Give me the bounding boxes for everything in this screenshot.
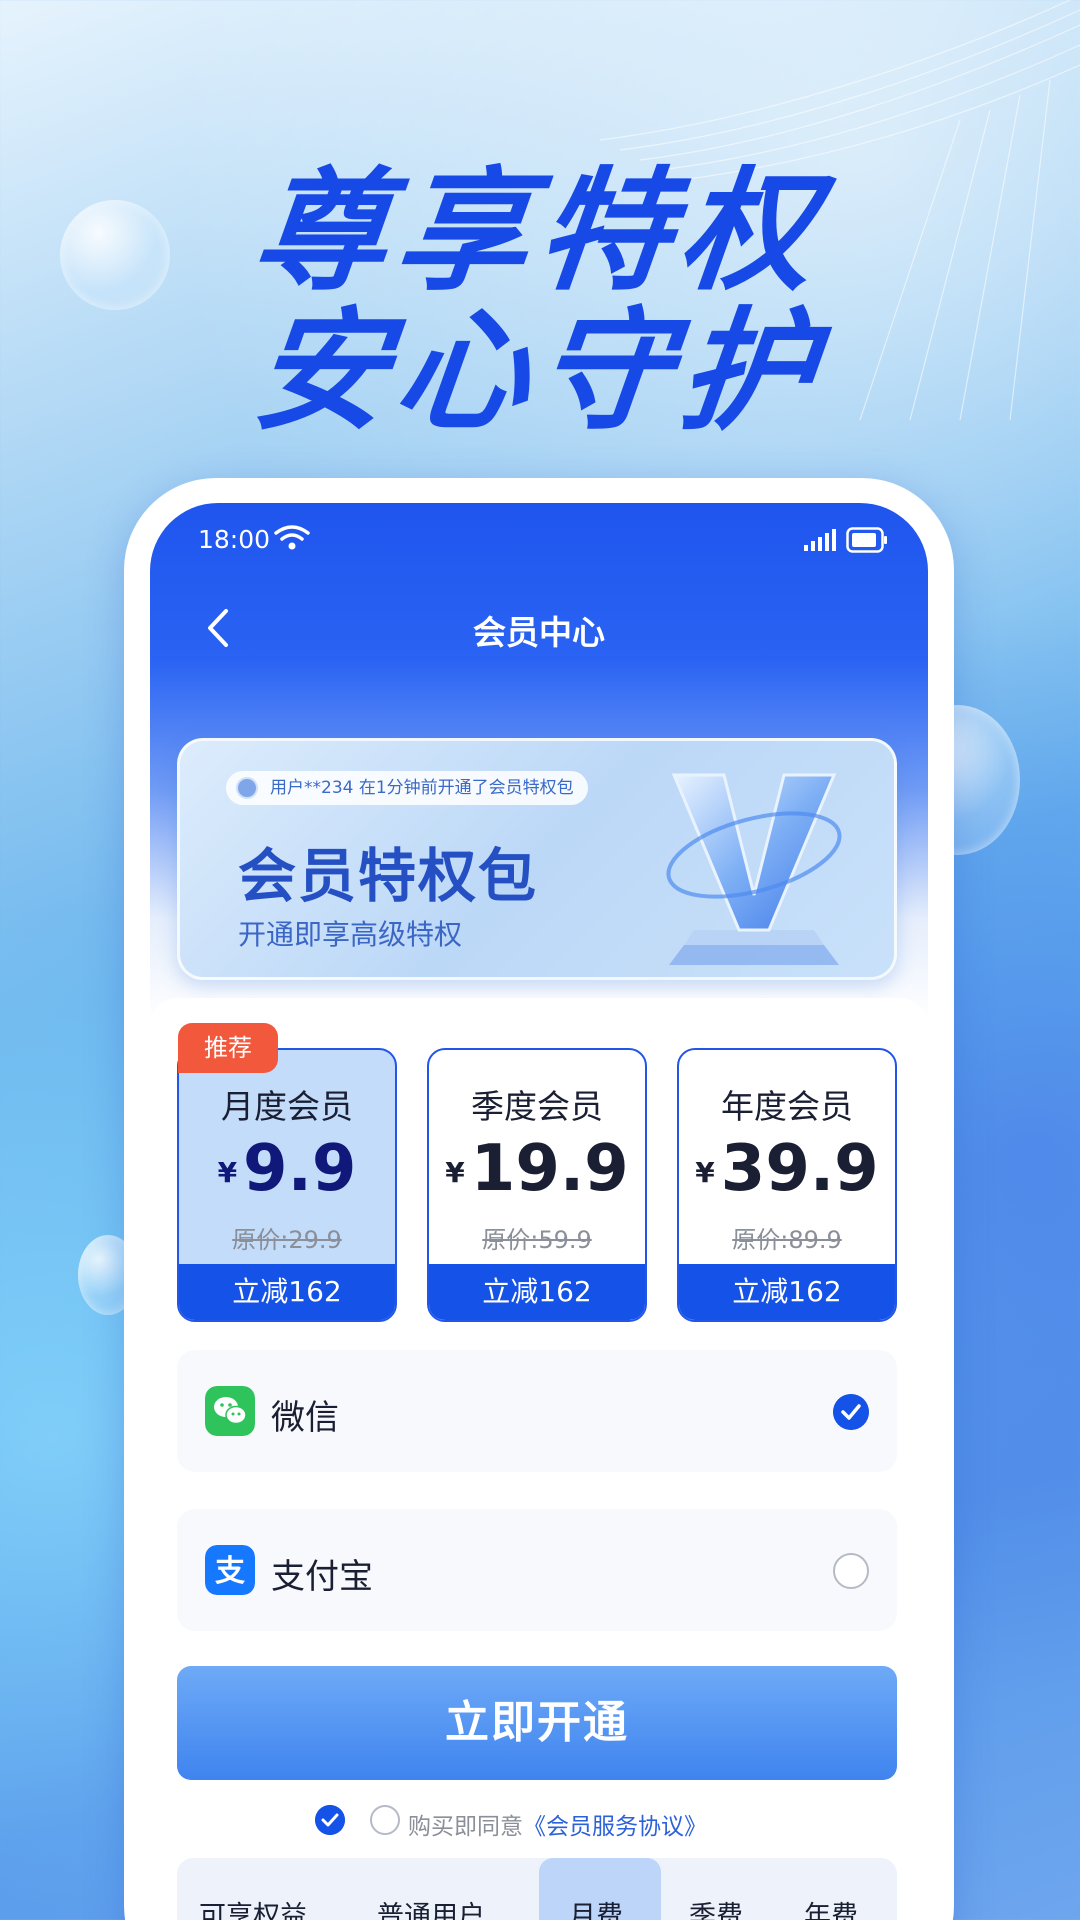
check-icon[interactable]	[315, 1805, 345, 1835]
headline-line-2: 安心守护	[246, 295, 831, 449]
purchase-ticker: 用户**234 在1分钟前开通了会员特权包	[226, 771, 588, 805]
agreement-row: 购买即同意《会员服务协议》	[150, 1803, 928, 1841]
radio-checked-icon[interactable]	[833, 1394, 869, 1430]
price-amount: 19.9	[470, 1132, 629, 1206]
avatar-icon	[236, 777, 258, 799]
benefits-compare-header: 可享权益 普通用户 月费 季费 年费	[177, 1858, 897, 1920]
recommend-badge: 推荐	[178, 1023, 278, 1073]
plan-card-yearly[interactable]: 年度会员 ¥39.9 原价:89.9 立减162	[677, 1048, 897, 1322]
discount-label: 立减162	[679, 1264, 895, 1320]
page-title: 会员中心	[473, 613, 605, 652]
price-amount: 9.9	[243, 1132, 357, 1206]
compare-col-yearly: 年费	[804, 1901, 858, 1920]
payment-option-wechat[interactable]: 微信	[177, 1350, 897, 1472]
battery-icon	[846, 527, 887, 553]
signal-icon	[804, 529, 836, 551]
payment-label: 微信	[271, 1398, 339, 1438]
banner-subtitle: 开通即享高级特权	[238, 918, 463, 951]
v-trophy-icon	[666, 773, 842, 965]
plan-name: 年度会员	[721, 1087, 853, 1126]
payment-option-alipay[interactable]: 支 支付宝	[177, 1509, 897, 1631]
radio-unchecked-icon[interactable]	[833, 1553, 869, 1589]
plan-card-quarterly[interactable]: 季度会员 ¥19.9 原价:59.9 立减162	[427, 1048, 647, 1322]
currency-symbol: ¥	[695, 1156, 715, 1189]
banner-title: 会员特权包	[238, 842, 539, 910]
svg-text:支: 支	[215, 1554, 245, 1589]
compare-col-normal: 普通用户	[377, 1901, 485, 1920]
compare-col-benefits: 可享权益	[199, 1901, 307, 1920]
price-amount: 39.9	[720, 1132, 879, 1206]
ticker-text: 用户**234 在1分钟前开通了会员特权包	[270, 778, 574, 798]
original-price: 原价:59.9	[482, 1226, 592, 1254]
currency-symbol: ¥	[445, 1156, 465, 1189]
alipay-icon: 支	[205, 1545, 255, 1595]
phone-screen: 18:00 会员中心 用户**234 在1分钟前开通了会员特权包 会员特权包 开…	[150, 503, 928, 1920]
agreement-prefix: 购买即同意	[408, 1814, 523, 1840]
status-bar: 18:00	[198, 523, 888, 563]
discount-label: 立减162	[429, 1264, 645, 1320]
plan-card-monthly[interactable]: 月度会员 ¥9.9 原价:29.9 立减162	[177, 1048, 397, 1322]
agreement-checkbox[interactable]	[370, 1805, 400, 1835]
plan-name: 季度会员	[471, 1087, 603, 1126]
plan-price: ¥9.9	[179, 1132, 395, 1206]
plan-name: 月度会员	[221, 1087, 353, 1126]
activate-button[interactable]: 立即开通	[177, 1666, 897, 1780]
original-price: 原价:29.9	[232, 1226, 342, 1254]
agreement-link[interactable]: 《会员服务协议》	[523, 1814, 707, 1840]
compare-col-monthly: 月费	[569, 1901, 623, 1920]
wechat-icon	[205, 1386, 255, 1436]
plan-price: ¥39.9	[679, 1132, 895, 1206]
discount-label: 立减162	[179, 1264, 395, 1320]
wifi-icon	[274, 525, 310, 550]
payment-label: 支付宝	[271, 1557, 373, 1597]
original-price: 原价:89.9	[732, 1226, 842, 1254]
plan-price: ¥19.9	[429, 1132, 645, 1206]
agreement-text: 购买即同意《会员服务协议》	[408, 1807, 707, 1841]
currency-symbol: ¥	[217, 1156, 238, 1189]
member-banner: 用户**234 在1分钟前开通了会员特权包 会员特权包 开通即享高级特权	[177, 738, 897, 980]
compare-col-quarterly: 季费	[689, 1901, 743, 1920]
status-time: 18:00	[198, 525, 271, 554]
